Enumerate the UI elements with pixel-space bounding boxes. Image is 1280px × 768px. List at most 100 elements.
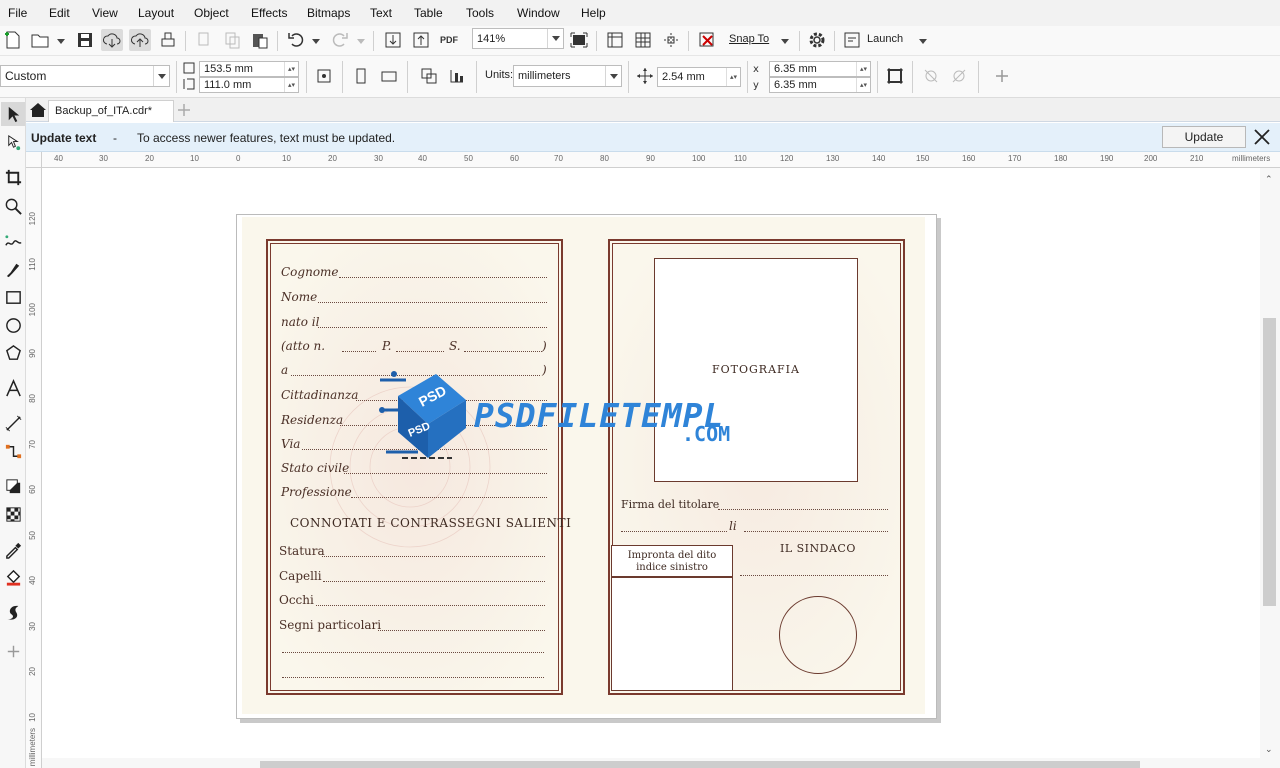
zoom-dropdown-caret[interactable] xyxy=(551,36,560,41)
launch-dropdown-caret[interactable] xyxy=(919,39,927,44)
smart-fill-tool-icon[interactable] xyxy=(1,600,25,624)
scroll-up-icon[interactable]: ⌃ xyxy=(1265,174,1273,185)
h-ruler-tick: 20 xyxy=(328,154,337,163)
h-ruler-tick: 0 xyxy=(236,154,241,163)
home-icon[interactable] xyxy=(27,99,49,121)
duplicate-y-input[interactable]: 6.35 mm ▴▾ xyxy=(769,77,871,93)
snap-to-button[interactable]: Snap To xyxy=(729,33,769,45)
shape-tool-icon[interactable] xyxy=(1,130,25,154)
vertical-ruler[interactable]: 120 110 100 90 80 70 60 50 40 30 20 10 millimeters xyxy=(26,168,42,768)
transparency-tool-icon[interactable] xyxy=(1,502,25,526)
drop-shadow-tool-icon[interactable] xyxy=(1,474,25,498)
page-height-value: 111.0 mm xyxy=(204,79,252,91)
portrait-icon[interactable] xyxy=(350,65,372,87)
export-icon[interactable] xyxy=(410,29,432,51)
close-notice-icon[interactable] xyxy=(1251,126,1273,148)
menu-layout[interactable]: Layout xyxy=(138,6,174,20)
horizontal-scroll-thumb[interactable] xyxy=(260,761,1140,768)
h-ruler-tick: 80 xyxy=(600,154,609,163)
full-screen-icon[interactable] xyxy=(568,29,590,51)
duplicate-x-value: 6.35 mm xyxy=(774,63,817,75)
atto-s-label: S. xyxy=(449,339,461,353)
snap-off-icon[interactable] xyxy=(696,29,718,51)
page-preset-caret[interactable] xyxy=(157,73,166,79)
units-combo[interactable]: millimeters xyxy=(513,65,622,87)
eyedropper-tool-icon[interactable] xyxy=(1,537,25,561)
add-tool-icon[interactable] xyxy=(1,639,25,663)
new-tab-icon[interactable] xyxy=(173,99,195,121)
nudge-distance-input[interactable]: 2.54 mm ▴▾ xyxy=(657,67,741,87)
crop-tool-icon[interactable] xyxy=(1,165,25,189)
page-height-input[interactable]: 111.0 mm ▴▾ xyxy=(199,77,299,93)
options-gear-icon[interactable] xyxy=(806,29,828,51)
landscape-icon[interactable] xyxy=(378,65,400,87)
page-preset-combo[interactable]: Custom xyxy=(0,65,170,87)
open-folder-icon[interactable] xyxy=(29,29,51,51)
new-document-icon[interactable] xyxy=(2,29,24,51)
h-ruler-tick: 10 xyxy=(190,154,199,163)
launch-icon[interactable] xyxy=(841,29,863,51)
document-tab[interactable]: Backup_of_ITA.cdr* xyxy=(48,100,174,122)
interactive-fill-tool-icon[interactable] xyxy=(1,565,25,589)
menu-object[interactable]: Object xyxy=(194,6,229,20)
duplicate-x-input[interactable]: 6.35 mm ▴▾ xyxy=(769,61,871,77)
publish-pdf-icon[interactable]: PDF xyxy=(438,29,460,51)
id-card-artwork[interactable]: P. S. ) ) CONNOTATI E CONTRASSEGNI SALIE… xyxy=(242,217,925,714)
all-pages-layout-icon[interactable] xyxy=(418,65,440,87)
menu-table[interactable]: Table xyxy=(414,6,443,20)
cloud-upload-icon[interactable] xyxy=(129,29,151,51)
menu-help[interactable]: Help xyxy=(581,6,606,20)
units-caret[interactable] xyxy=(609,73,618,79)
freehand-tool-icon[interactable] xyxy=(1,229,25,253)
page-width-input[interactable]: 153.5 mm ▴▾ xyxy=(199,61,299,77)
snap-to-dropdown-caret[interactable] xyxy=(781,39,789,44)
paste-icon[interactable] xyxy=(249,29,271,51)
scroll-down-icon[interactable]: ⌄ xyxy=(1265,744,1273,755)
field-dotted-line xyxy=(322,556,545,557)
all-pages-icon[interactable] xyxy=(313,65,335,87)
horizontal-ruler[interactable]: 40 30 20 10 0 10 20 30 40 50 60 70 80 90 100 110 120 130 1… xyxy=(42,152,1280,168)
show-guidelines-icon[interactable] xyxy=(660,29,682,51)
undo-dropdown-caret[interactable] xyxy=(312,39,320,44)
import-icon[interactable] xyxy=(382,29,404,51)
show-rulers-icon[interactable] xyxy=(604,29,626,51)
menu-text[interactable]: Text xyxy=(370,6,392,20)
marks-field-label: Occhi xyxy=(279,593,314,607)
text-tool-icon[interactable] xyxy=(1,376,25,400)
print-icon[interactable] xyxy=(157,29,179,51)
menu-tools[interactable]: Tools xyxy=(466,6,494,20)
page-height-icon xyxy=(181,77,197,91)
polygon-tool-icon[interactable] xyxy=(1,341,25,365)
cloud-download-icon[interactable] xyxy=(101,29,123,51)
bleed-icon[interactable] xyxy=(884,65,906,87)
show-grid-icon[interactable] xyxy=(632,29,654,51)
ruler-origin[interactable] xyxy=(26,152,42,168)
menu-edit[interactable]: Edit xyxy=(49,6,70,20)
current-page-layout-icon[interactable] xyxy=(446,65,468,87)
zoom-level-combo[interactable]: 141% xyxy=(472,28,564,49)
parallel-dimension-tool-icon[interactable] xyxy=(1,411,25,435)
zoom-tool-icon[interactable] xyxy=(1,194,25,218)
vertical-scroll-thumb[interactable] xyxy=(1263,318,1276,606)
property-bar: Custom 153.5 mm ▴▾ 111.0 mm ▴▾ Units: mi… xyxy=(0,56,1280,98)
menu-file[interactable]: File xyxy=(8,6,27,20)
field-dotted-line xyxy=(342,351,376,352)
launch-button[interactable]: Launch xyxy=(867,33,903,45)
artistic-media-tool-icon[interactable] xyxy=(1,257,25,281)
open-dropdown-caret[interactable] xyxy=(57,39,65,44)
update-button[interactable]: Update xyxy=(1162,126,1246,148)
watermark-tld: .COM xyxy=(682,422,731,446)
rectangle-tool-icon[interactable] xyxy=(1,285,25,309)
menu-bitmaps[interactable]: Bitmaps xyxy=(307,6,350,20)
menu-view[interactable]: View xyxy=(92,6,118,20)
ellipse-tool-icon[interactable] xyxy=(1,313,25,337)
menu-window[interactable]: Window xyxy=(517,6,560,20)
add-property-icon[interactable] xyxy=(991,65,1013,87)
menu-effects[interactable]: Effects xyxy=(251,6,287,20)
menu-bar: File Edit View Layout Object Effects Bit… xyxy=(0,0,1280,26)
save-icon[interactable] xyxy=(74,29,96,51)
connector-tool-icon[interactable] xyxy=(1,439,25,463)
official-stamp-circle xyxy=(779,596,857,674)
pick-tool-icon[interactable] xyxy=(1,102,25,126)
undo-icon[interactable] xyxy=(285,29,307,51)
